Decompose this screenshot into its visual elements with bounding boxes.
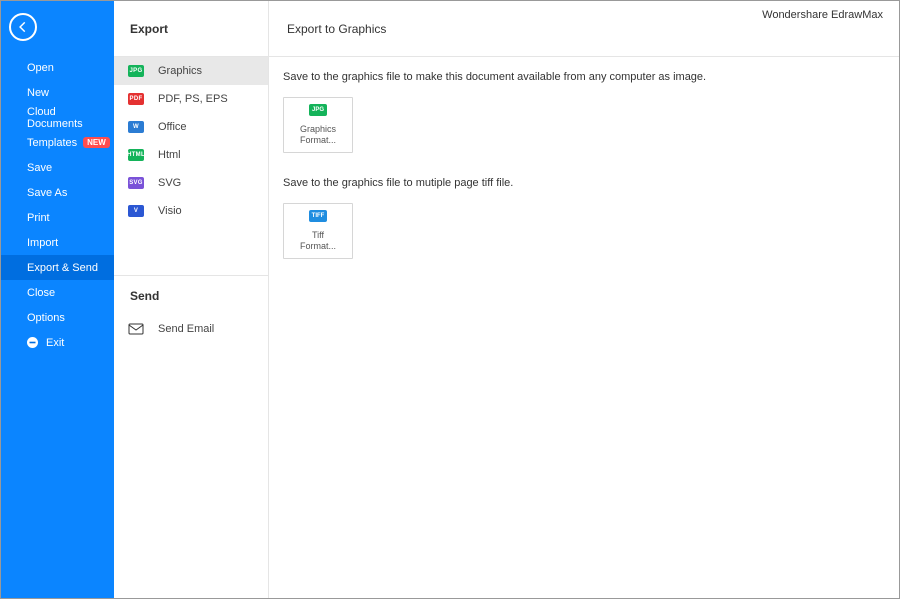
sidebar-item-save-as[interactable]: Save As (1, 180, 114, 205)
sidebar-item-save[interactable]: Save (1, 155, 114, 180)
export-item-svg[interactable]: SVG SVG (114, 169, 268, 197)
sidebar-item-export-send[interactable]: Export & Send (1, 255, 114, 280)
sidebar-item-print[interactable]: Print (1, 205, 114, 230)
arrow-left-icon (16, 20, 30, 34)
send-item-label: Send Email (158, 323, 214, 335)
mail-icon (128, 322, 144, 336)
export-item-label: Graphics (158, 65, 202, 77)
tiff-format-tile[interactable]: TIFF Tiff Format... (283, 203, 353, 259)
sidebar-item-new[interactable]: New (1, 80, 114, 105)
send-section-header: Send (114, 275, 268, 315)
pdf-icon: PDF (128, 93, 144, 105)
export-options-list: JPG Graphics PDF PDF, PS, EPS W Office H… (114, 57, 268, 598)
tile-label: Tiff Format... (300, 230, 336, 252)
graphics-description: Save to the graphics file to make this d… (283, 71, 885, 83)
export-item-pdf[interactable]: PDF PDF, PS, EPS (114, 85, 268, 113)
sidebar-item-label: Close (27, 287, 55, 299)
sidebar-item-cloud-documents[interactable]: Cloud Documents (1, 105, 114, 130)
sidebar-item-label: Export & Send (27, 262, 98, 274)
sidebar-item-options[interactable]: Options (1, 305, 114, 330)
app-window: Wondershare EdrawMax Open New Cloud Docu… (0, 0, 900, 599)
export-send-list: Export JPG Graphics PDF PDF, PS, EPS W O… (114, 1, 269, 598)
sidebar-item-label: Exit (46, 337, 64, 349)
tile-label: Graphics Format... (300, 124, 336, 146)
sidebar-item-exit[interactable]: Exit (1, 330, 114, 355)
app-title: Wondershare EdrawMax (762, 9, 883, 21)
file-menu-sidebar: Open New Cloud Documents Templates NEW Sa… (1, 1, 114, 598)
tiff-icon: TIFF (309, 210, 327, 222)
export-item-html[interactable]: HTML Html (114, 141, 268, 169)
export-item-label: Visio (158, 205, 182, 217)
sidebar-item-label: Options (27, 312, 65, 324)
main-panel: Export to Graphics Save to the graphics … (269, 1, 899, 598)
back-button[interactable] (9, 13, 37, 41)
tiff-description: Save to the graphics file to mutiple pag… (283, 177, 885, 189)
graphics-format-tile[interactable]: JPG Graphics Format... (283, 97, 353, 153)
send-item-email[interactable]: Send Email (114, 315, 268, 343)
export-item-graphics[interactable]: JPG Graphics (114, 57, 268, 85)
export-item-visio[interactable]: V Visio (114, 197, 268, 225)
main-body: Save to the graphics file to make this d… (269, 57, 899, 297)
sidebar-item-close[interactable]: Close (1, 280, 114, 305)
sidebar-item-label: Cloud Documents (27, 106, 114, 130)
sidebar-item-label: Open (27, 62, 54, 74)
visio-icon: V (128, 205, 144, 217)
svg-icon: SVG (128, 177, 144, 189)
sidebar-item-label: Print (27, 212, 50, 224)
sidebar-item-label: New (27, 87, 49, 99)
sidebar-item-label: Import (27, 237, 58, 249)
sidebar-item-label: Templates (27, 137, 77, 149)
sidebar-item-open[interactable]: Open (1, 55, 114, 80)
export-item-label: Html (158, 149, 181, 161)
sidebar-item-templates[interactable]: Templates NEW (1, 130, 114, 155)
new-badge: NEW (83, 137, 110, 148)
sidebar-item-import[interactable]: Import (1, 230, 114, 255)
exit-icon (27, 337, 38, 348)
export-item-label: PDF, PS, EPS (158, 93, 228, 105)
export-item-office[interactable]: W Office (114, 113, 268, 141)
sidebar-item-label: Save (27, 162, 52, 174)
html-icon: HTML (128, 149, 144, 161)
export-item-label: SVG (158, 177, 181, 189)
jpg-icon: JPG (309, 104, 327, 116)
export-section-header: Export (114, 1, 268, 57)
sidebar-item-label: Save As (27, 187, 67, 199)
jpg-icon: JPG (128, 65, 144, 77)
export-item-label: Office (158, 121, 187, 133)
word-icon: W (128, 121, 144, 133)
